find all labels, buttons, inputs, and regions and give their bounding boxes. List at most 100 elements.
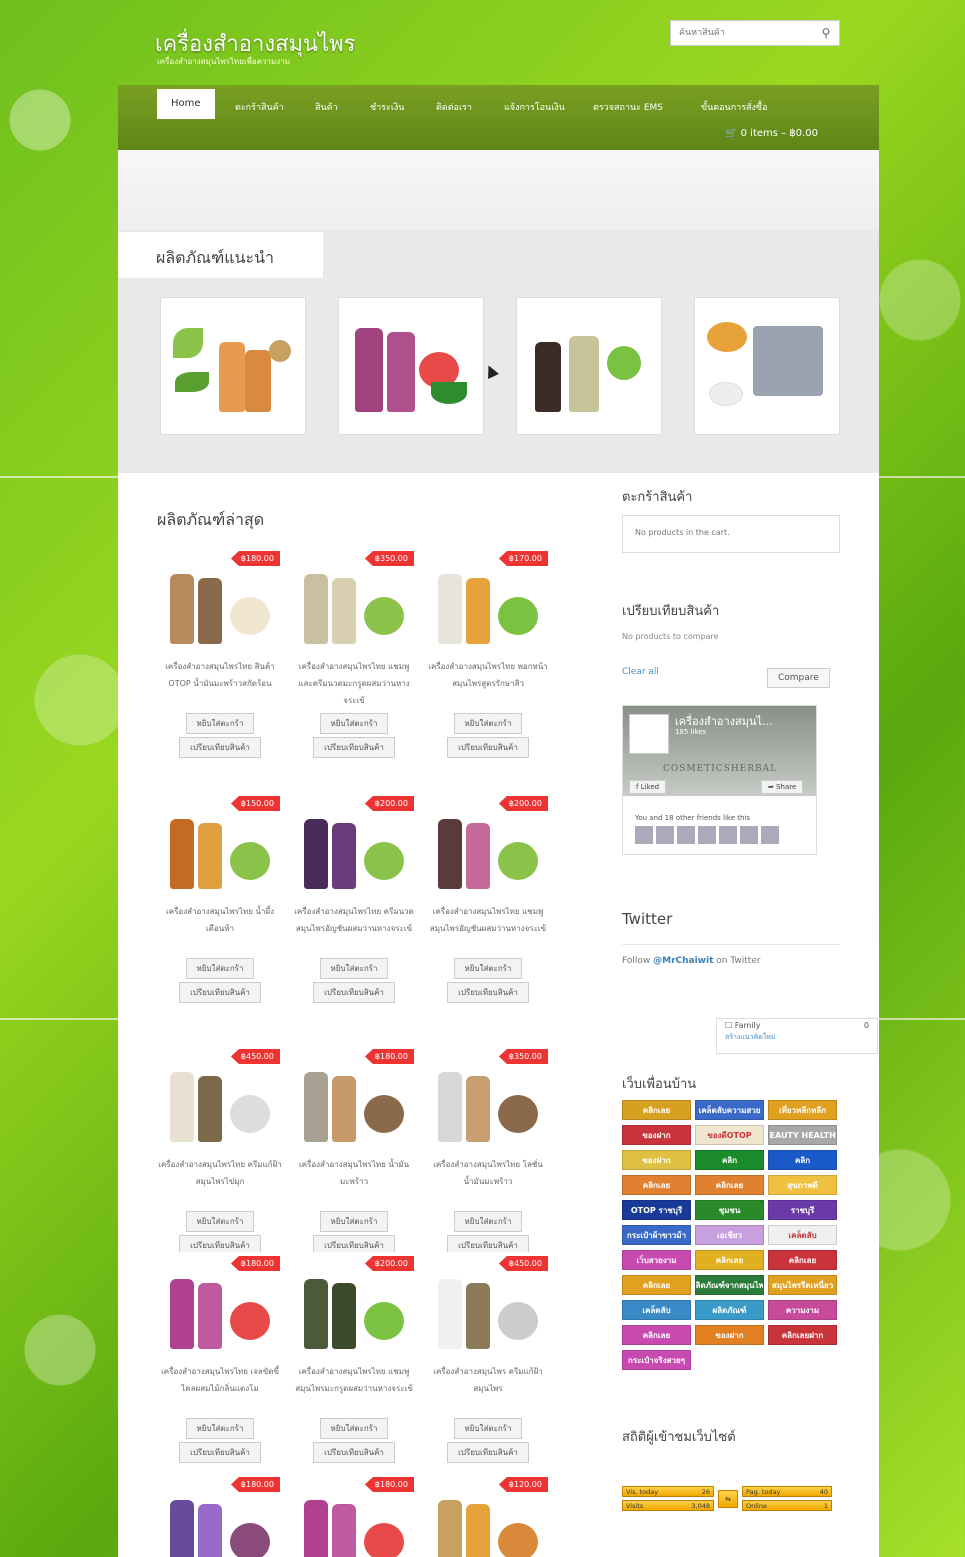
add-to-cart-button[interactable]: หยิบใส่ตะกร้า — [185, 958, 255, 979]
product-image[interactable]: ฿170.00 — [428, 547, 548, 652]
nav-contact[interactable]: ติดต่อเรา — [436, 97, 472, 119]
friend-site-banner[interactable]: ชุมชน — [695, 1200, 764, 1220]
product-name[interactable]: เครื่องสำอางสมุนไพรไทย พอกหน้าสมุนไพรสูต… — [426, 658, 550, 710]
product-image[interactable]: ฿350.00 — [428, 1045, 548, 1150]
compare-product-button[interactable]: เปรียบเทียบสินค้า — [179, 1442, 261, 1463]
product-card[interactable]: ฿200.00 เครื่องสำอางสมุนไพรไทย แชมพูสมุนไ… — [426, 792, 550, 1003]
avatar[interactable] — [677, 826, 695, 844]
product-card[interactable]: ฿200.00 เครื่องสำอางสมุนไพรไทย แชมพูสมุนไ… — [292, 1252, 416, 1463]
avatar[interactable] — [740, 826, 758, 844]
product-image[interactable]: ฿150.00 — [160, 792, 280, 897]
product-card[interactable]: ฿180.00 — [158, 1473, 282, 1557]
friend-site-banner[interactable]: คลิกเลย — [622, 1325, 691, 1345]
product-card[interactable]: ฿350.00 เครื่องสำอางสมุนไพรไทย โลชั่นน้ำม… — [426, 1045, 550, 1256]
friend-site-banner[interactable]: เที่ยวหลีกหลีก — [768, 1100, 837, 1120]
nav-order-steps[interactable]: ขั้นตอนการสั่งซื้อ — [701, 97, 767, 119]
product-image[interactable]: ฿450.00 — [428, 1252, 548, 1357]
family-checkbox[interactable]: ☐ Family — [725, 1021, 760, 1030]
friend-site-banner[interactable]: เอเชียว — [695, 1225, 764, 1245]
product-image[interactable]: ฿180.00 — [160, 1252, 280, 1357]
compare-product-button[interactable]: เปรียบเทียบสินค้า — [447, 1442, 529, 1463]
avatar[interactable] — [698, 826, 716, 844]
friend-site-banner[interactable]: เคล็ดลับ — [768, 1225, 837, 1245]
friend-site-banner[interactable]: ของฝาก — [695, 1325, 764, 1345]
product-image[interactable]: ฿200.00 — [294, 792, 414, 897]
product-name[interactable]: เครื่องสำอางสมุนไพรไทย แชมพูและครีมนวดมะ… — [292, 658, 416, 710]
friend-site-banner[interactable]: สมุนไพรรีดเหนี่ยว — [768, 1275, 837, 1295]
search-icon[interactable]: ⚲ — [813, 26, 839, 40]
avatar[interactable] — [656, 826, 674, 844]
facebook-page-avatar[interactable] — [629, 714, 669, 754]
friend-site-banner[interactable]: คลิกเลย — [622, 1275, 691, 1295]
friend-site-banner[interactable]: คลิกเลย — [622, 1175, 691, 1195]
compare-product-button[interactable]: เปรียบเทียบสินค้า — [447, 982, 529, 1003]
friend-site-banner[interactable]: กระเป๋าผ้าขาวม้า — [622, 1225, 691, 1245]
facebook-share-button[interactable]: ➦ Share — [761, 780, 804, 794]
compare-product-button[interactable]: เปรียบเทียบสินค้า — [313, 1442, 395, 1463]
friend-site-banner[interactable]: BEAUTY HEALTHY — [768, 1125, 837, 1145]
product-name[interactable]: เครื่องสำอางสมุนไพรไทย เจลขัดขี้ไคลผสมไม… — [158, 1363, 282, 1415]
friend-site-banner[interactable]: คลิกเลย — [695, 1175, 764, 1195]
product-name[interactable]: เครื่องสำอางสมุนไพรไทย แชมพูสมุนไพรมะกรู… — [292, 1363, 416, 1415]
twitter-handle-link[interactable]: @MrChaiwit — [653, 956, 713, 966]
nav-products[interactable]: สินค้า — [315, 97, 338, 119]
friend-site-banner[interactable]: OTOP ราชบุรี — [622, 1200, 691, 1220]
add-to-cart-button[interactable]: หยิบใส่ตะกร้า — [453, 1211, 523, 1232]
product-image[interactable]: ฿200.00 — [294, 1252, 414, 1357]
product-image[interactable]: ฿180.00 — [294, 1045, 414, 1150]
add-to-cart-button[interactable]: หยิบใส่ตะกร้า — [185, 1418, 255, 1439]
friend-site-banner[interactable]: คลิก — [768, 1150, 837, 1170]
friend-site-banner[interactable]: ของดีOTOP — [695, 1125, 764, 1145]
friend-site-banner[interactable]: คลิกเลย — [622, 1100, 691, 1120]
facebook-liked-button[interactable]: f Liked — [629, 780, 667, 794]
featured-product-3[interactable] — [516, 297, 662, 435]
add-to-cart-button[interactable]: หยิบใส่ตะกร้า — [319, 1418, 389, 1439]
friend-site-banner[interactable]: ผลิตภัณฑ์ — [695, 1300, 764, 1320]
nav-cart[interactable]: ตะกร้าสินค้า — [235, 97, 284, 119]
friend-site-banner[interactable]: ผลิตภัณฑ์จากสมุนไพร — [695, 1275, 764, 1295]
friend-site-banner[interactable]: เคล็ดลับ — [622, 1300, 691, 1320]
product-name[interactable]: เครื่องสำอางสมุนไพร ครีมแก้ฝ้าสมุนไพร — [426, 1363, 550, 1415]
product-image[interactable]: ฿180.00 — [160, 547, 280, 652]
add-to-cart-button[interactable]: หยิบใส่ตะกร้า — [453, 958, 523, 979]
add-to-cart-button[interactable]: หยิบใส่ตะกร้า — [453, 713, 523, 734]
product-card[interactable]: ฿350.00 เครื่องสำอางสมุนไพรไทย แชมพูและคร… — [292, 547, 416, 758]
product-card[interactable]: ฿180.00 — [292, 1473, 416, 1557]
add-to-cart-button[interactable]: หยิบใส่ตะกร้า — [319, 958, 389, 979]
product-image[interactable]: ฿180.00 — [160, 1473, 280, 1557]
product-card[interactable]: ฿150.00 เครื่องสำอางสมุนไพรไทย น้ำผึ้งเดื… — [158, 792, 282, 1003]
compare-product-button[interactable]: เปรียบเทียบสินค้า — [179, 737, 261, 758]
add-to-cart-button[interactable]: หยิบใส่ตะกร้า — [185, 713, 255, 734]
product-image[interactable]: ฿200.00 — [428, 792, 548, 897]
compare-product-button[interactable]: เปรียบเทียบสินค้า — [313, 982, 395, 1003]
product-card[interactable]: ฿200.00 เครื่องสำอางสมุนไพรไทย ครีมนวดสมุ… — [292, 792, 416, 1003]
product-card[interactable]: ฿180.00 เครื่องสำอางสมุนไพรไทย เจลขัดขี้ไ… — [158, 1252, 282, 1463]
add-to-cart-button[interactable]: หยิบใส่ตะกร้า — [319, 1211, 389, 1232]
friend-site-banner[interactable]: ความงาม — [768, 1300, 837, 1320]
product-card[interactable]: ฿180.00 เครื่องสำอางสมุนไพรไทย สินค้า OTO… — [158, 547, 282, 758]
product-name[interactable]: เครื่องสำอางสมุนไพรไทย น้ำผึ้งเดือนห้า — [158, 903, 282, 955]
product-card[interactable]: ฿450.00 เครื่องสำอางสมุนไพรไทย ครีมแก้ฝ้า… — [158, 1045, 282, 1256]
product-name[interactable]: เครื่องสำอางสมุนไพรไทย สินค้า OTOP น้ำมั… — [158, 658, 282, 710]
avatar[interactable] — [719, 826, 737, 844]
product-name[interactable]: เครื่องสำอางสมุนไพรไทย ครีมนวดสมุนไพรอัญ… — [292, 903, 416, 955]
compare-product-button[interactable]: เปรียบเทียบสินค้า — [179, 982, 261, 1003]
friend-site-banner[interactable]: คลิกเลยฝาก — [768, 1325, 837, 1345]
nav-payment-notice[interactable]: แจ้งการโอนเงิน — [504, 97, 565, 119]
product-name[interactable]: เครื่องสำอางสมุนไพรไทย โลชั่นน้ำมันมะพร้… — [426, 1156, 550, 1208]
compare-product-button[interactable]: เปรียบเทียบสินค้า — [447, 737, 529, 758]
product-image[interactable]: ฿180.00 — [294, 1473, 414, 1557]
friend-site-banner[interactable]: ของฝาก — [622, 1150, 691, 1170]
friend-site-banner[interactable]: คลิก — [695, 1150, 764, 1170]
new-window-link[interactable]: สร้างแนวคิดใหม่ — [717, 1032, 877, 1043]
product-card[interactable]: ฿180.00 เครื่องสำอางสมุนไพรไทย น้ำมันมะพร… — [292, 1045, 416, 1256]
add-to-cart-button[interactable]: หยิบใส่ตะกร้า — [185, 1211, 255, 1232]
product-card[interactable]: ฿120.00 — [426, 1473, 550, 1557]
product-name[interactable]: เครื่องสำอางสมุนไพรไทย ครีมแก้ฝ้าสมุนไพร… — [158, 1156, 282, 1208]
nav-home[interactable]: Home — [157, 89, 215, 119]
friend-site-banner[interactable]: ราชบุรี — [768, 1200, 837, 1220]
friend-site-banner[interactable]: เว็บสวยงาม — [622, 1250, 691, 1270]
clear-all-link[interactable]: Clear all — [622, 667, 659, 677]
avatar[interactable] — [761, 826, 779, 844]
friend-site-banner[interactable]: คลิกเลย — [768, 1250, 837, 1270]
